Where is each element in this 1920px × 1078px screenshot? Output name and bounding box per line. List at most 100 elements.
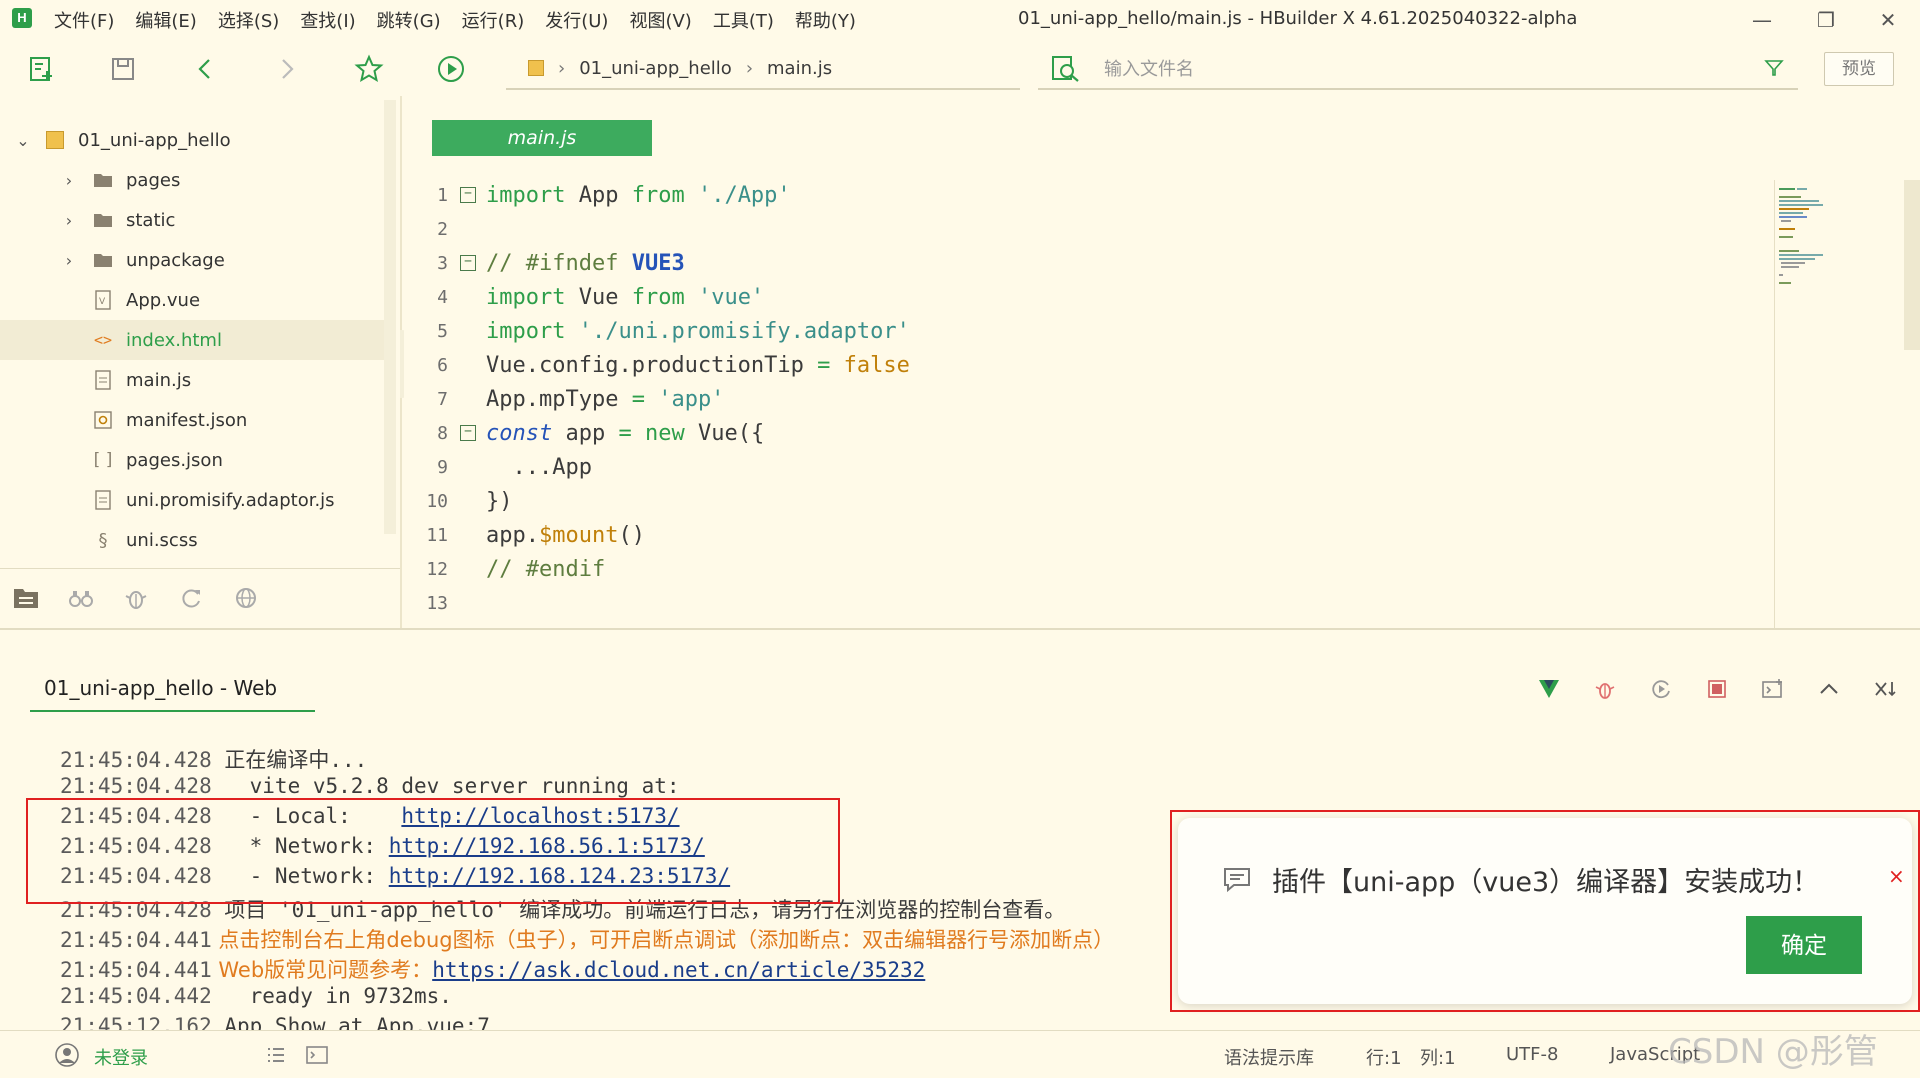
menu-bar: 文件(F) 编辑(E) 选择(S) 查找(I) 跳转(G) 运行(R) 发行(U… [54,0,877,40]
code-line: 2 [0,212,1340,246]
line-number[interactable]: 5 [404,321,448,342]
log-text: vite v5.2.8 dev server running at: [211,774,680,798]
menu-file[interactable]: 文件(F) [54,7,114,33]
syntax-library[interactable]: 语法提示库 [1224,1044,1314,1070]
line-number[interactable]: 12 [404,559,448,580]
tree-item-label: 01_uni-app_hello [78,129,231,151]
breadcrumb: › 01_uni-app_hello › main.js [506,48,1020,90]
line-number[interactable]: 4 [404,287,448,308]
code-line: 1 − import App from './App' [0,178,1340,212]
line-number[interactable]: 1 [404,185,448,206]
preview-button[interactable]: 预览 [1824,52,1894,86]
open-terminal-icon[interactable] [1758,674,1788,704]
vue-devtools-icon[interactable] [1534,674,1564,704]
log-line: 21:45:04.442 ready in 9732ms. [60,984,452,1014]
code-line: 4 import Vue from 'vue' [0,280,1340,314]
code-line: 11 app.$mount() [0,518,1340,552]
file-search-input[interactable] [1104,57,1704,81]
filter-icon[interactable] [1764,58,1784,82]
code-line: 12 // #endif [0,552,1340,586]
new-file-icon[interactable] [24,52,58,86]
minimize-icon[interactable]: — [1742,4,1782,36]
window-title: 01_uni-app_hello/main.js - HBuilder X 4.… [1018,8,1578,29]
fold-icon[interactable]: − [460,425,476,441]
chevron-up-icon[interactable] [1814,674,1844,704]
list-icon[interactable] [266,1046,286,1068]
code-line: 10 }) [0,484,1340,518]
line-number[interactable]: 8 [404,423,448,444]
code-line: 13 [0,586,1340,620]
project-icon [44,129,66,151]
menu-publish[interactable]: 发行(U) [545,7,608,33]
chevron-right-icon: › [745,57,754,79]
cursor-col[interactable]: 列:1 [1420,1044,1456,1070]
code-line: 5 import './uni.promisify.adaptor' [0,314,1340,348]
run-icon[interactable] [434,52,468,86]
login-status[interactable]: 未登录 [94,1044,148,1070]
back-icon[interactable] [188,52,222,86]
line-number[interactable]: 13 [404,593,448,614]
log-text: App Show at App.vue:7 [211,1014,490,1030]
line-number[interactable]: 2 [404,219,448,240]
log-line: 21:45:04.441 Web版常见问题参考：https://ask.dclo… [60,954,925,984]
log-time: 21:45:04.428 [60,774,212,798]
favorite-star-icon[interactable] [352,52,386,86]
line-number[interactable]: 7 [404,389,448,410]
chevron-down-icon[interactable]: ⌄ [14,131,32,150]
debug-bug-icon[interactable] [1590,674,1620,704]
menu-edit[interactable]: 编辑(E) [135,7,196,33]
fold-icon[interactable]: − [460,187,476,203]
line-number[interactable]: 9 [404,457,448,478]
search-file-icon [1050,54,1082,88]
log-text: 正在编译中... [211,748,368,772]
breadcrumb-project[interactable]: 01_uni-app_hello [579,58,732,79]
forward-icon[interactable] [270,52,304,86]
breadcrumb-file[interactable]: main.js [767,58,832,79]
log-text: Web版常见问题参考： [211,958,433,982]
line-number[interactable]: 3 [404,253,448,274]
code-line: 6 Vue.config.productionTip = false [0,348,1340,382]
stop-icon[interactable] [1702,674,1732,704]
console-tab-web[interactable]: 01_uni-app_hello - Web [30,670,315,712]
fold-icon[interactable]: − [460,255,476,271]
restore-icon[interactable]: ❐ [1806,4,1846,36]
code-line: 9 ...App [0,450,1340,484]
editor-scrollbar[interactable] [1904,180,1920,350]
file-search-box [1038,48,1798,90]
watermark: CSDN @彤管 [1668,1032,1878,1072]
menu-help[interactable]: 帮助(Y) [795,7,856,33]
cursor-row[interactable]: 行:1 [1366,1044,1402,1070]
editor-tab-main-js[interactable]: main.js [432,120,652,156]
tree-item-project[interactable]: ⌄ 01_uni-app_hello [0,120,384,160]
line-number[interactable]: 11 [404,525,448,546]
menu-run[interactable]: 运行(R) [462,7,525,33]
log-time: 21:45:04.428 [60,748,212,772]
menu-select[interactable]: 选择(S) [218,7,279,33]
line-number[interactable]: 10 [404,491,448,512]
log-text: ready in 9732ms. [211,984,452,1008]
menu-view[interactable]: 视图(V) [629,7,691,33]
project-icon [528,60,544,76]
log-line: 21:45:04.441 点击控制台右上角debug图标（虫子），可开启断点调试… [60,924,1114,954]
save-icon[interactable] [106,52,140,86]
terminal-icon[interactable] [306,1045,328,1069]
restart-icon[interactable] [1646,674,1676,704]
user-avatar-icon[interactable] [54,1042,80,1072]
log-time: 21:45:12.162 [60,1014,212,1030]
hbuilder-logo-icon: H [12,8,32,28]
encoding[interactable]: UTF-8 [1506,1044,1558,1065]
highlight-box [26,798,840,904]
faq-link[interactable]: https://ask.dcloud.net.cn/article/35232 [432,958,925,982]
menu-find[interactable]: 查找(I) [300,7,355,33]
close-window-icon[interactable]: ✕ [1868,4,1908,36]
code-line: 7 App.mpType = 'app' [0,382,1340,416]
chevron-right-icon: › [558,57,566,79]
log-text: 点击控制台右上角debug图标（虫子），可开启断点调试（添加断点：双击编辑器行号… [211,928,1115,952]
line-number[interactable]: 6 [404,355,448,376]
menu-goto[interactable]: 跳转(G) [377,7,441,33]
close-console-icon[interactable] [1870,674,1900,704]
menu-tools[interactable]: 工具(T) [713,7,774,33]
log-time: 21:45:04.441 [60,928,212,952]
minimap[interactable] [1774,180,1904,630]
code-line: 8 − const app = new Vue({ [0,416,1340,450]
